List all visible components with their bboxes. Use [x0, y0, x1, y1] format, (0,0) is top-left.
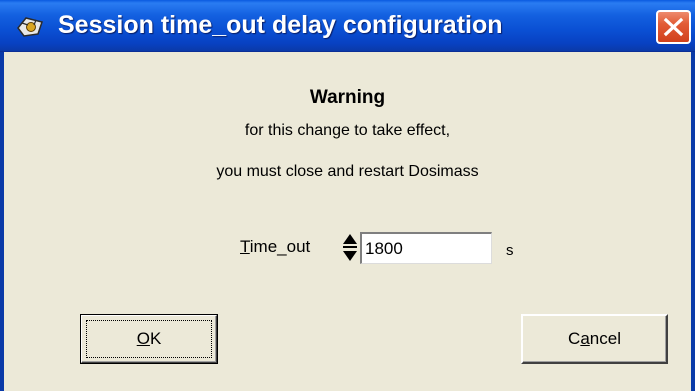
- cancel-button[interactable]: Cancel: [521, 314, 668, 364]
- dialog-body: Warning for this change to take effect, …: [4, 52, 691, 391]
- cancel-button-label: Cancel: [523, 329, 666, 349]
- title-bar[interactable]: Session time_out delay configuration: [0, 0, 695, 52]
- timeout-label-mnemonic: T: [240, 237, 250, 256]
- cancel-mnemonic: a: [580, 329, 590, 348]
- warning-message-line1: for this change to take effect,: [244, 122, 451, 139]
- timeout-unit-label: s: [506, 242, 514, 259]
- cancel-label-rest: ncel: [589, 329, 621, 348]
- timeout-input[interactable]: [360, 232, 492, 264]
- window-title: Session time_out delay configuration: [58, 11, 503, 39]
- app-icon: [16, 14, 44, 38]
- timeout-label-rest: ime_out: [249, 237, 311, 256]
- ok-button-label: OK: [82, 329, 216, 349]
- ok-button[interactable]: OK: [80, 314, 218, 364]
- warning-message-line2: you must close and restart Dosimass: [216, 163, 479, 180]
- timeout-spinner[interactable]: [340, 231, 360, 264]
- timeout-label: Time_out: [240, 237, 310, 257]
- cancel-label-prefix: C: [568, 329, 581, 348]
- window-frame-right: [691, 52, 695, 391]
- spinner-updown-icon: [343, 234, 357, 261]
- ok-mnemonic: O: [136, 329, 150, 348]
- close-button[interactable]: [656, 10, 691, 44]
- ok-label-rest: K: [149, 329, 162, 348]
- close-icon: [663, 17, 684, 37]
- warning-title: Warning: [309, 87, 386, 108]
